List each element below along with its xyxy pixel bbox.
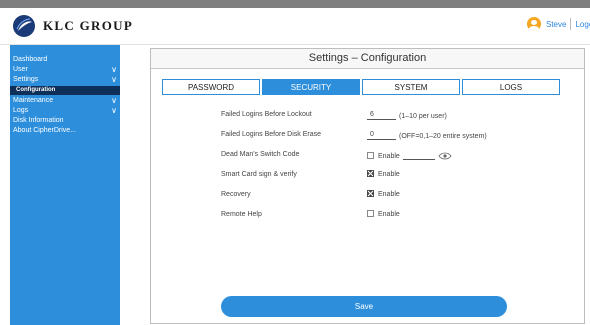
user-separator bbox=[570, 18, 572, 30]
setting-hint: (OFF=0,1–20 entire system) bbox=[399, 133, 487, 140]
setting-dead-mans-switch: Dead Man's Switch Code Enable bbox=[221, 149, 571, 169]
setting-smart-card: Smart Card sign & verify Enable bbox=[221, 169, 571, 189]
logout-link[interactable]: Logout bbox=[575, 20, 590, 29]
sidebar-item-configuration[interactable]: Configuration bbox=[10, 86, 120, 95]
checkbox-label: Enable bbox=[378, 171, 400, 178]
sidebar: Dashboard User ∨ Settings ∨ Configuratio… bbox=[10, 45, 120, 325]
sidebar-item-about[interactable]: About CipherDrive... bbox=[10, 126, 120, 136]
setting-failed-logins-erase: Failed Logins Before Disk Erase 0 (OFF=0… bbox=[221, 129, 571, 149]
save-button[interactable]: Save bbox=[221, 296, 507, 317]
checkbox-label: Enable bbox=[378, 191, 400, 198]
app-header: KLC GROUP Steve Logout bbox=[0, 8, 590, 45]
setting-hint: (1–10 per user) bbox=[399, 113, 447, 120]
klc-logo-icon bbox=[13, 15, 35, 37]
setting-label: Failed Logins Before Disk Erase bbox=[221, 131, 321, 138]
user-avatar-icon bbox=[527, 17, 541, 31]
setting-label: Failed Logins Before Lockout bbox=[221, 111, 312, 118]
setting-recovery: Recovery Enable bbox=[221, 189, 571, 209]
checkbox-label: Enable bbox=[378, 211, 400, 218]
user-menu[interactable]: Steve Logout bbox=[527, 17, 590, 31]
sidebar-item-dashboard[interactable]: Dashboard bbox=[10, 55, 120, 65]
sidebar-item-user[interactable]: User ∨ bbox=[10, 65, 120, 75]
sidebar-item-label: Settings bbox=[13, 76, 39, 83]
setting-label: Recovery bbox=[221, 191, 251, 198]
chevron-down-icon: ∨ bbox=[111, 75, 117, 84]
tab-security[interactable]: SECURITY bbox=[262, 79, 360, 95]
sidebar-item-disk-information[interactable]: Disk Information bbox=[10, 116, 120, 126]
lockout-count-input[interactable]: 6 bbox=[367, 111, 396, 120]
sidebar-item-label: Logs bbox=[13, 107, 29, 114]
sidebar-item-label: Configuration bbox=[16, 87, 56, 93]
brand-name: KLC GROUP bbox=[43, 18, 134, 33]
remote-help-checkbox[interactable] bbox=[367, 210, 374, 217]
sidebar-item-label: Dashboard bbox=[13, 56, 48, 63]
user-name[interactable]: Steve bbox=[546, 20, 566, 29]
tab-system[interactable]: SYSTEM bbox=[362, 79, 460, 95]
setting-label: Remote Help bbox=[221, 211, 262, 218]
recovery-checkbox[interactable] bbox=[367, 190, 374, 197]
tab-logs[interactable]: LOGS bbox=[462, 79, 560, 95]
sidebar-item-maintenance[interactable]: Maintenance ∨ bbox=[10, 96, 120, 106]
sidebar-item-settings[interactable]: Settings ∨ bbox=[10, 75, 120, 85]
dead-mans-switch-code-input[interactable] bbox=[402, 151, 435, 160]
sidebar-item-label: About CipherDrive... bbox=[13, 127, 77, 134]
chevron-down-icon: ∨ bbox=[111, 106, 117, 115]
settings-tabs: PASSWORD SECURITY SYSTEM LOGS bbox=[162, 79, 562, 95]
settings-panel: Settings – Configuration PASSWORD SECURI… bbox=[150, 48, 585, 324]
dead-mans-switch-checkbox[interactable] bbox=[367, 152, 374, 159]
checkbox-label: Enable bbox=[378, 153, 400, 160]
setting-failed-logins-lockout: Failed Logins Before Lockout 6 (1–10 per… bbox=[221, 109, 571, 129]
page-title: Settings – Configuration bbox=[151, 49, 584, 69]
sidebar-item-logs[interactable]: Logs ∨ bbox=[10, 106, 120, 116]
chevron-down-icon: ∨ bbox=[111, 65, 117, 74]
window-top-strip bbox=[0, 0, 590, 8]
sidebar-item-label: Maintenance bbox=[13, 97, 54, 104]
sidebar-item-label: Disk Information bbox=[13, 117, 64, 124]
setting-label: Dead Man's Switch Code bbox=[221, 151, 300, 158]
sidebar-item-label: User bbox=[13, 66, 28, 73]
eye-icon[interactable] bbox=[438, 152, 452, 160]
setting-label: Smart Card sign & verify bbox=[221, 171, 297, 178]
chevron-down-icon: ∨ bbox=[111, 96, 117, 105]
brand-logo[interactable]: KLC GROUP bbox=[12, 14, 133, 38]
security-settings: Failed Logins Before Lockout 6 (1–10 per… bbox=[221, 109, 571, 229]
erase-count-input[interactable]: 0 bbox=[367, 131, 396, 140]
setting-remote-help: Remote Help Enable bbox=[221, 209, 571, 229]
smart-card-checkbox[interactable] bbox=[367, 170, 374, 177]
tab-password[interactable]: PASSWORD bbox=[162, 79, 260, 95]
